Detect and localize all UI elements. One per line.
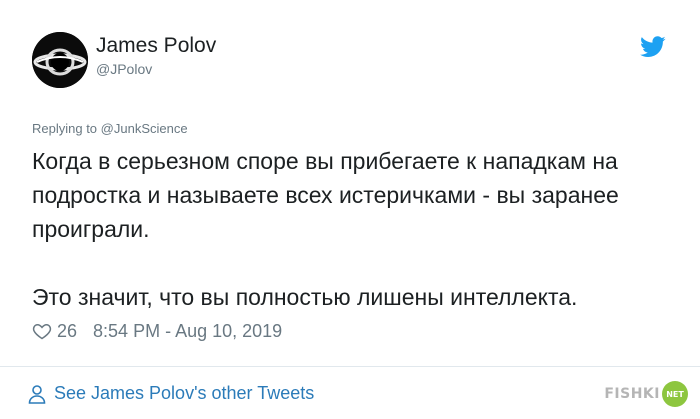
replying-to-line: Replying to @JunkScience <box>32 121 188 136</box>
twitter-bird-icon[interactable] <box>640 36 666 58</box>
tweet-paragraph-2: Это значит, что вы полностью лишены инте… <box>32 284 578 310</box>
see-other-tweets-label: See James Polov's other Tweets <box>54 383 315 403</box>
replying-to-prefix: Replying to <box>32 121 101 136</box>
replying-to-handle[interactable]: @JunkScience <box>101 121 188 136</box>
watermark-badge: NET <box>662 381 688 407</box>
author-handle[interactable]: @JPolov <box>96 61 152 77</box>
see-other-tweets-link[interactable]: See James Polov's other Tweets <box>28 383 314 404</box>
tweet-header: James Polov @JPolov <box>32 26 672 96</box>
avatar[interactable] <box>32 32 88 88</box>
watermark-text: FISHKI <box>604 386 660 402</box>
tweet-card: James Polov @JPolov Replying to @JunkSci… <box>0 0 700 419</box>
divider <box>0 366 700 367</box>
person-icon <box>28 384 46 404</box>
like-count[interactable]: 26 <box>57 321 77 342</box>
tweet-paragraph-1: Когда в серьезном споре вы прибегаете к … <box>32 148 619 242</box>
tweet-timestamp[interactable]: 8:54 PM - Aug 10, 2019 <box>93 321 282 342</box>
tweet-meta: 26 8:54 PM - Aug 10, 2019 <box>32 319 282 343</box>
fishki-watermark: FISHKI NET <box>604 381 688 407</box>
tweet-text: Когда в серьезном споре вы прибегаете к … <box>32 144 682 314</box>
author-name[interactable]: James Polov <box>96 34 216 58</box>
black-hole-eye-icon <box>32 32 88 88</box>
heart-icon[interactable] <box>32 321 52 341</box>
